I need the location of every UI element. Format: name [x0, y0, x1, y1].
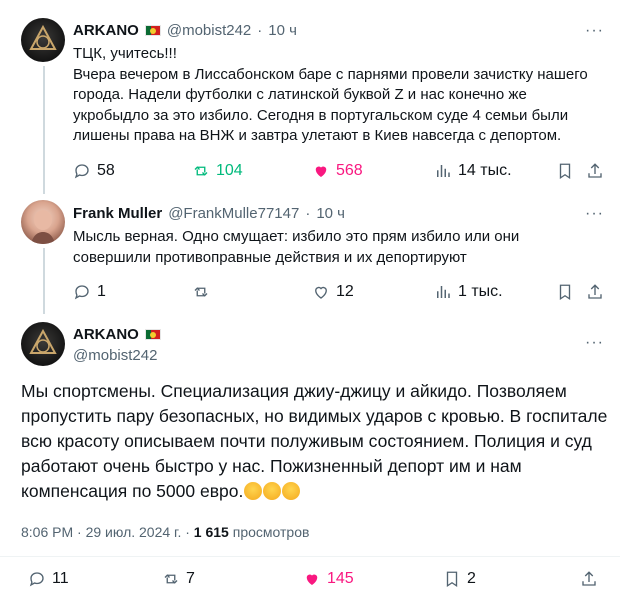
repost-count: 7 — [186, 570, 195, 587]
tweet-time[interactable]: 8:06 PM — [21, 524, 73, 540]
divider — [0, 556, 620, 557]
text-line: Мы спортсмены. Специализация джиу-джицу … — [21, 381, 567, 401]
like-count: 145 — [327, 570, 354, 587]
more-icon[interactable]: ··· — [585, 22, 604, 40]
avatar[interactable] — [21, 322, 65, 366]
like-icon — [306, 574, 318, 585]
tweet-text: Мысль верная. Одно смущает: избило это п… — [73, 227, 519, 268]
text-line: всю красоту описываем почти полуживым со… — [21, 431, 592, 451]
reply-icon — [74, 285, 89, 300]
views-label: просмотров — [232, 524, 310, 540]
reply-icon — [74, 164, 89, 179]
reply-count: 58 — [97, 162, 115, 179]
author-handle[interactable]: @mobist242 — [73, 347, 157, 364]
repost-icon — [194, 166, 208, 176]
like-icon — [315, 166, 327, 177]
views-button[interactable]: 14 тыс. — [434, 162, 512, 180]
tweet-header: ARKANO — [73, 326, 161, 343]
repost-icon — [164, 574, 178, 584]
text-line: Вчера вечером в Лиссабонском баре с парн… — [73, 65, 588, 83]
reply-count: 1 — [97, 283, 106, 300]
reply-icon — [29, 572, 44, 587]
tweet-text: ТЦК, учитесь!!! Вчера вечером в Лиссабон… — [73, 44, 588, 147]
like-count: 568 — [336, 162, 363, 179]
tweet-header: ARKANO @mobist242 · 10 ч — [73, 22, 297, 39]
thread-line — [43, 66, 45, 194]
bookmark-button[interactable] — [556, 283, 574, 301]
tweet-header: Frank Muller @FrankMulle77147 · 10 ч — [73, 205, 345, 222]
like-button[interactable]: 145 — [303, 570, 354, 588]
dot-separator: · — [77, 524, 82, 540]
text-line: города. Надели футболки с латинской букв… — [73, 86, 527, 103]
text-line: Мысль верная. Одно смущает: избило это п… — [73, 228, 520, 245]
author-handle[interactable]: @FrankMulle77147 — [168, 205, 299, 222]
text-line: работают очень быстро у нас. Пожизненный… — [21, 456, 522, 476]
more-icon[interactable]: ··· — [585, 334, 604, 352]
bookmark-button[interactable] — [556, 162, 574, 180]
portugal-flag-icon — [144, 25, 161, 36]
views-icon — [437, 286, 450, 298]
share-button[interactable] — [580, 570, 598, 588]
portugal-flag-icon — [144, 329, 161, 340]
author-name[interactable]: ARKANO — [73, 326, 139, 343]
views-button[interactable]: 1 тыс. — [434, 283, 503, 301]
rofl-emoji-icon — [282, 482, 301, 500]
share-icon — [582, 571, 596, 586]
avatar[interactable] — [21, 200, 65, 244]
like-count: 12 — [336, 283, 354, 300]
tweet-meta: 8:06 PM · 29 июл. 2024 г. · 1 615 просмо… — [21, 524, 309, 540]
handle-line: @mobist242 — [73, 347, 157, 364]
joy-emoji-icon — [263, 482, 282, 500]
reply-button[interactable]: 58 — [73, 162, 115, 180]
text-line: ТЦК, учитесь!!! — [73, 45, 177, 62]
share-button[interactable] — [586, 283, 604, 301]
rofl-emoji-icon — [244, 482, 263, 500]
reply-button[interactable]: 1 — [73, 283, 106, 301]
views-count: 1 615 — [193, 524, 229, 540]
arkano-logo-icon — [29, 24, 57, 50]
thread-line — [43, 248, 45, 314]
reply-button[interactable]: 11 — [28, 570, 69, 588]
author-name[interactable]: Frank Muller — [73, 205, 162, 222]
repost-count: 104 — [216, 162, 243, 179]
bookmark-count: 2 — [467, 570, 476, 587]
repost-button[interactable]: 104 — [192, 162, 243, 180]
text-line: лишены права на ВНЖ и завтра улетают в К… — [73, 127, 562, 144]
share-button[interactable] — [586, 162, 604, 180]
dot-separator: · — [305, 205, 311, 222]
tweet-time[interactable]: 10 ч — [268, 22, 297, 39]
views-count: 1 тыс. — [458, 283, 503, 300]
repost-button[interactable]: 7 — [162, 570, 195, 588]
like-icon — [315, 286, 327, 299]
text-line: пропустить пару безопасных, но видимых у… — [21, 406, 608, 426]
author-handle[interactable]: @mobist242 — [167, 22, 251, 39]
tweet-text: Мы спортсмены. Специализация джиу-джицу … — [21, 379, 611, 504]
more-icon[interactable]: ··· — [585, 205, 604, 223]
tweet-date[interactable]: 29 июл. 2024 г. — [86, 524, 182, 540]
author-name[interactable]: ARKANO — [73, 22, 139, 39]
bookmark-button[interactable]: 2 — [443, 570, 476, 588]
bookmark-icon — [446, 571, 458, 588]
like-button[interactable]: 568 — [312, 162, 363, 180]
text-line: совершили противоправные действия и их д… — [73, 248, 467, 266]
reply-count: 11 — [52, 570, 69, 587]
bookmark-icon — [559, 284, 571, 301]
dot-separator: · — [257, 22, 263, 39]
text-line: укробыдло за это избило. Сегодня в порту… — [73, 106, 569, 124]
repost-button[interactable] — [192, 283, 216, 301]
repost-icon — [194, 287, 208, 297]
like-button[interactable]: 12 — [312, 283, 354, 301]
avatar[interactable] — [21, 18, 65, 62]
dot-separator: · — [185, 524, 190, 540]
share-icon — [588, 284, 602, 299]
tweet-time[interactable]: 10 ч — [316, 205, 345, 222]
arkano-logo-icon — [29, 328, 57, 354]
share-icon — [588, 163, 602, 178]
bookmark-icon — [559, 163, 571, 180]
text-line: компенсация по 5000 евро. — [21, 481, 244, 501]
text-line-last: компенсация по 5000 евро. — [21, 479, 611, 504]
views-count: 14 тыс. — [458, 162, 512, 179]
person-photo-icon — [31, 210, 55, 244]
views-icon — [437, 165, 450, 177]
